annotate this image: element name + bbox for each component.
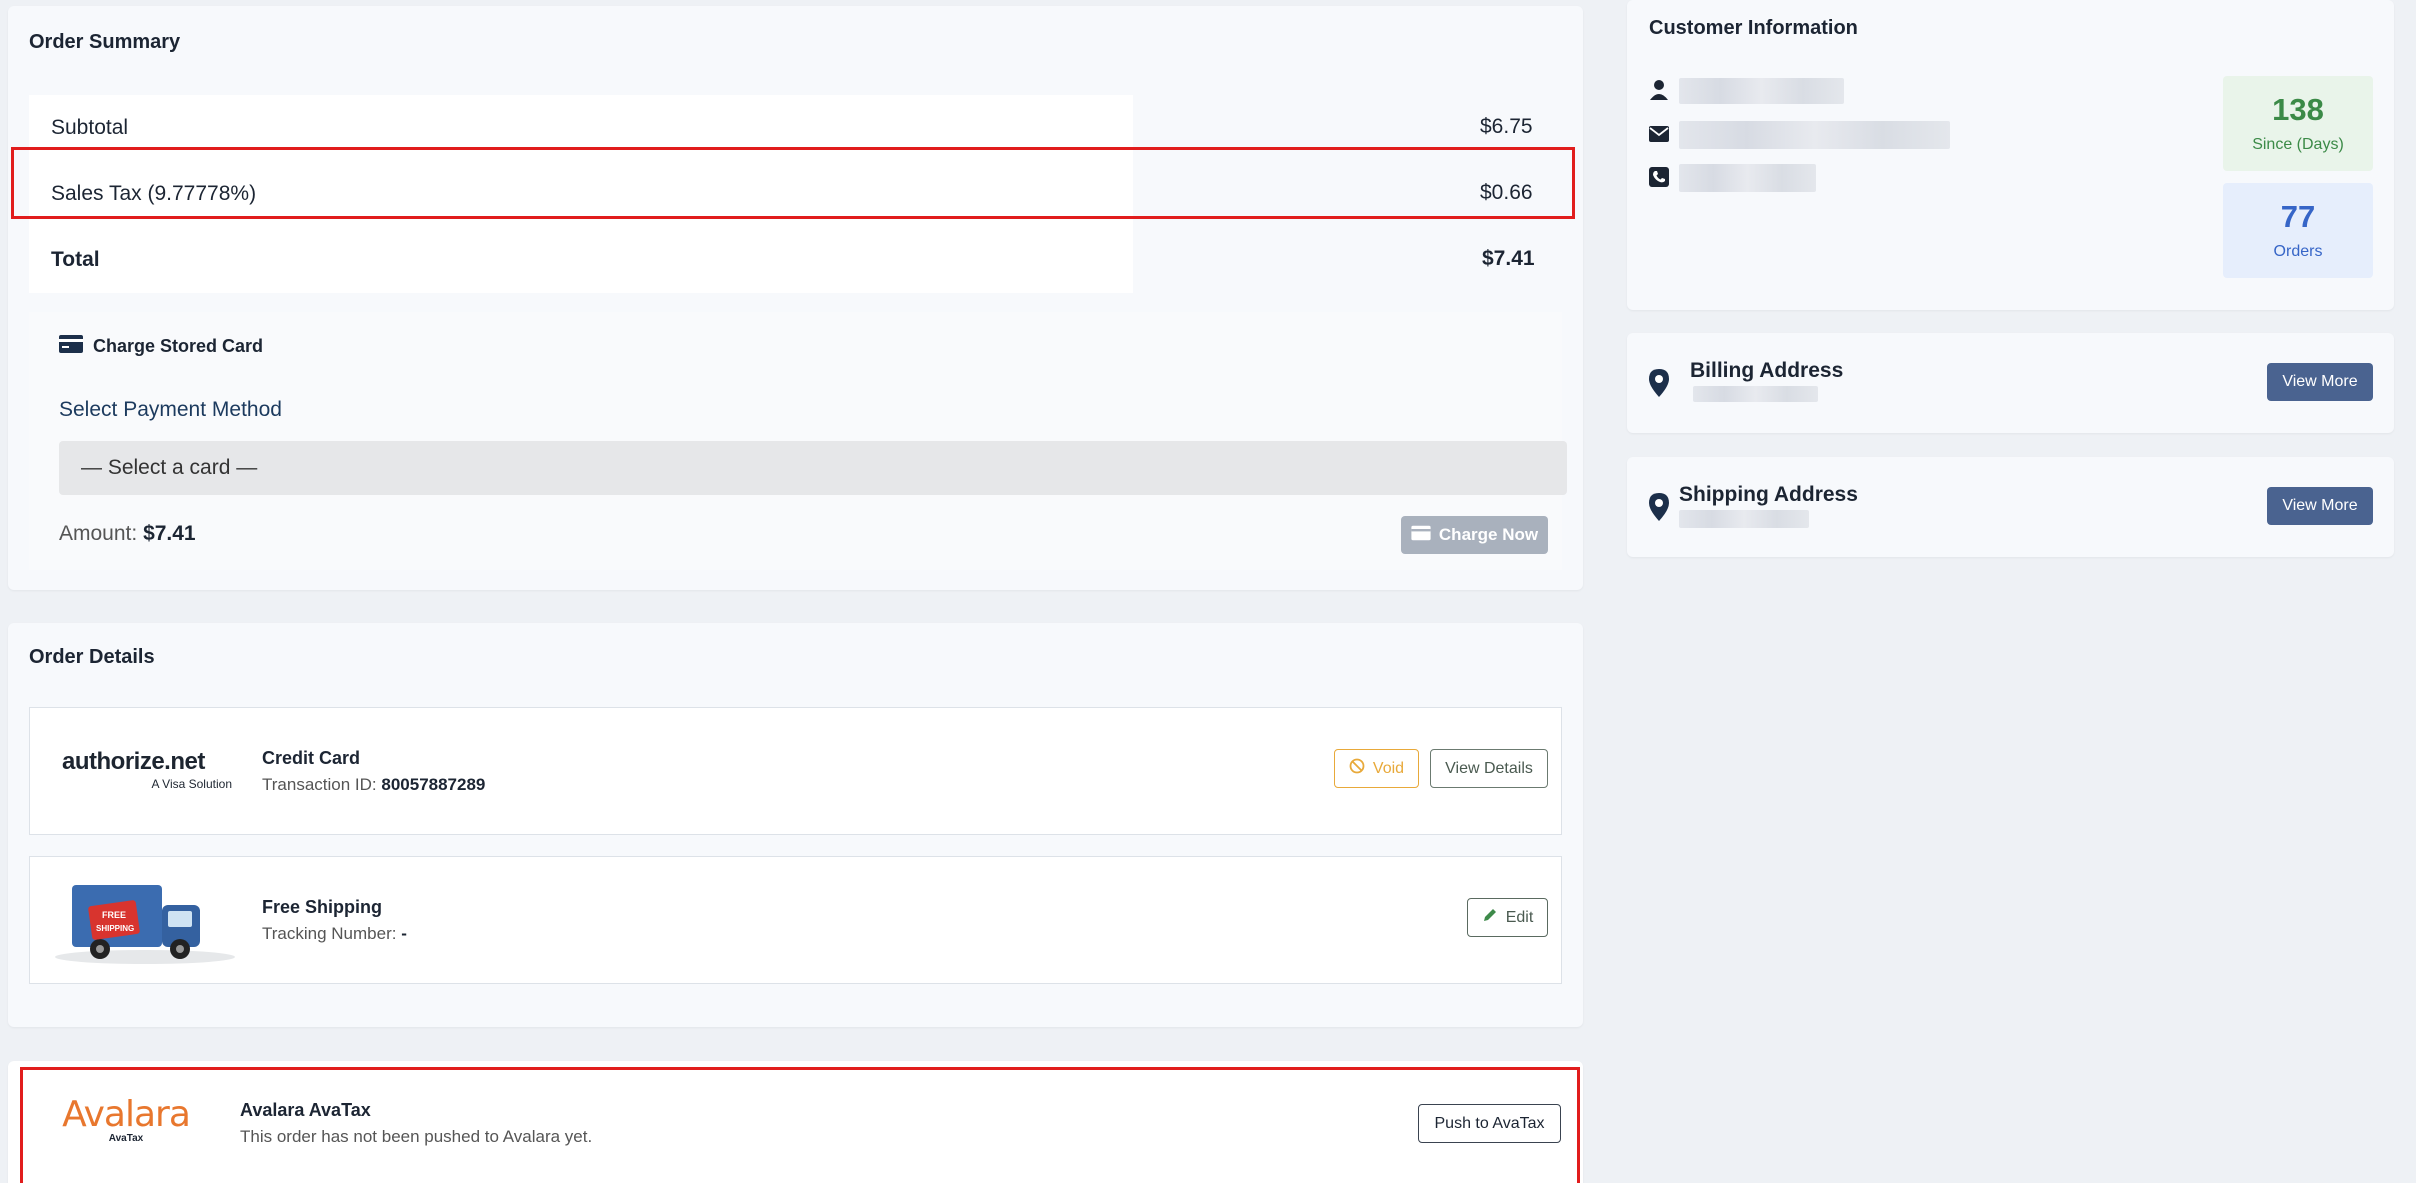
billing-view-more-button[interactable]: View More: [2267, 363, 2373, 401]
amount-label: Amount:: [59, 522, 138, 545]
customer-phone-redacted: [1679, 164, 1816, 192]
tracking-number-value: -: [401, 924, 407, 943]
map-pin-icon: [1649, 369, 1669, 402]
customer-email-redacted: [1679, 121, 1950, 149]
authorize-net-logo-text: authorize.net: [62, 748, 205, 775]
customer-information-title: Customer Information: [1649, 17, 1858, 39]
view-details-button[interactable]: View Details: [1430, 749, 1548, 788]
sales-tax-highlight-box: [11, 147, 1575, 219]
charge-stored-card-header: Charge Stored Card: [59, 334, 263, 359]
subtotal-label: Subtotal: [51, 116, 129, 139]
orders-count-label: Orders: [2273, 243, 2323, 260]
void-button[interactable]: Void: [1334, 749, 1419, 788]
customer-orders-stat: 77 Orders: [2223, 183, 2373, 278]
credit-card-icon: [59, 334, 83, 359]
order-summary-card: Order Summary Subtotal Sales Tax (9.7777…: [8, 6, 1583, 590]
since-days-value: 138: [2272, 92, 2324, 127]
tracking-number-label: Tracking Number:: [262, 924, 397, 943]
total-label: Total: [51, 248, 100, 271]
customer-since-days-stat: 138 Since (Days): [2223, 76, 2373, 171]
payment-transaction-row: authorize.net A Visa Solution Credit Car…: [29, 707, 1562, 835]
ban-icon: [1349, 758, 1365, 779]
tracking-number: Tracking Number: -: [262, 924, 407, 944]
truck-label-free: FREE: [102, 910, 126, 920]
select-payment-method-label: Select Payment Method: [59, 398, 282, 421]
shipping-view-more-label: View More: [2282, 497, 2358, 514]
total-row: Total: [29, 227, 1133, 293]
order-summary-title: Order Summary: [29, 31, 181, 53]
edit-label: Edit: [1505, 908, 1534, 926]
truck-label-shipping: SHIPPING: [96, 924, 134, 933]
order-details-card: Order Details authorize.net A Visa Solut…: [8, 623, 1583, 1027]
shipping-address-card: Shipping Address View More: [1627, 457, 2394, 557]
authorize-net-logo: authorize.net A Visa Solution: [62, 748, 232, 791]
since-days-label: Since (Days): [2252, 136, 2344, 153]
credit-card-icon: [1411, 525, 1431, 546]
shipping-address-redacted: [1679, 510, 1809, 528]
shipping-method-row: FREE SHIPPING Free Shipping Tracking Num…: [29, 856, 1562, 984]
charge-now-button[interactable]: Charge Now: [1401, 516, 1548, 554]
shipping-address-title: Shipping Address: [1679, 483, 1858, 506]
billing-view-more-label: View More: [2282, 373, 2358, 390]
map-pin-icon: [1649, 493, 1669, 526]
envelope-icon: [1649, 126, 1669, 147]
card-select[interactable]: — Select a card —: [59, 441, 1567, 495]
phone-icon: [1649, 167, 1669, 192]
payment-method-title: Credit Card: [262, 748, 361, 768]
authorize-net-logo-sub: A Visa Solution: [151, 777, 232, 791]
transaction-id-label: Transaction ID:: [262, 775, 377, 794]
shipping-view-more-button[interactable]: View More: [2267, 487, 2373, 525]
order-details-title: Order Details: [29, 646, 155, 668]
edit-shipping-button[interactable]: Edit: [1467, 898, 1548, 937]
billing-address-redacted: [1693, 386, 1818, 402]
transaction-id-value: 80057887289: [381, 775, 486, 794]
avalara-highlight-box: [20, 1067, 1580, 1183]
billing-address-card: Billing Address View More: [1627, 333, 2394, 433]
charge-stored-card-title: Charge Stored Card: [93, 336, 264, 356]
charge-now-label: Charge Now: [1438, 525, 1539, 544]
free-shipping-truck-image: FREE SHIPPING: [50, 877, 240, 967]
user-icon: [1649, 79, 1669, 106]
view-details-label: View Details: [1445, 759, 1533, 777]
amount-display: Amount: $7.41: [59, 522, 196, 546]
orders-count-value: 77: [2280, 199, 2316, 234]
billing-address-title: Billing Address: [1690, 359, 1844, 382]
customer-information-card: Customer Information 138 Since (Days) 77…: [1627, 0, 2394, 310]
customer-name-redacted: [1679, 78, 1844, 104]
transaction-id: Transaction ID: 80057887289: [262, 775, 485, 795]
void-label: Void: [1372, 759, 1405, 777]
total-value: $7.41: [1482, 247, 1535, 270]
subtotal-value: $6.75: [1480, 115, 1533, 138]
shipping-method-title: Free Shipping: [262, 897, 383, 917]
charge-stored-card-panel: Charge Stored Card Select Payment Method…: [29, 312, 1567, 570]
pencil-icon: [1482, 907, 1498, 928]
amount-value: $7.41: [143, 522, 196, 545]
